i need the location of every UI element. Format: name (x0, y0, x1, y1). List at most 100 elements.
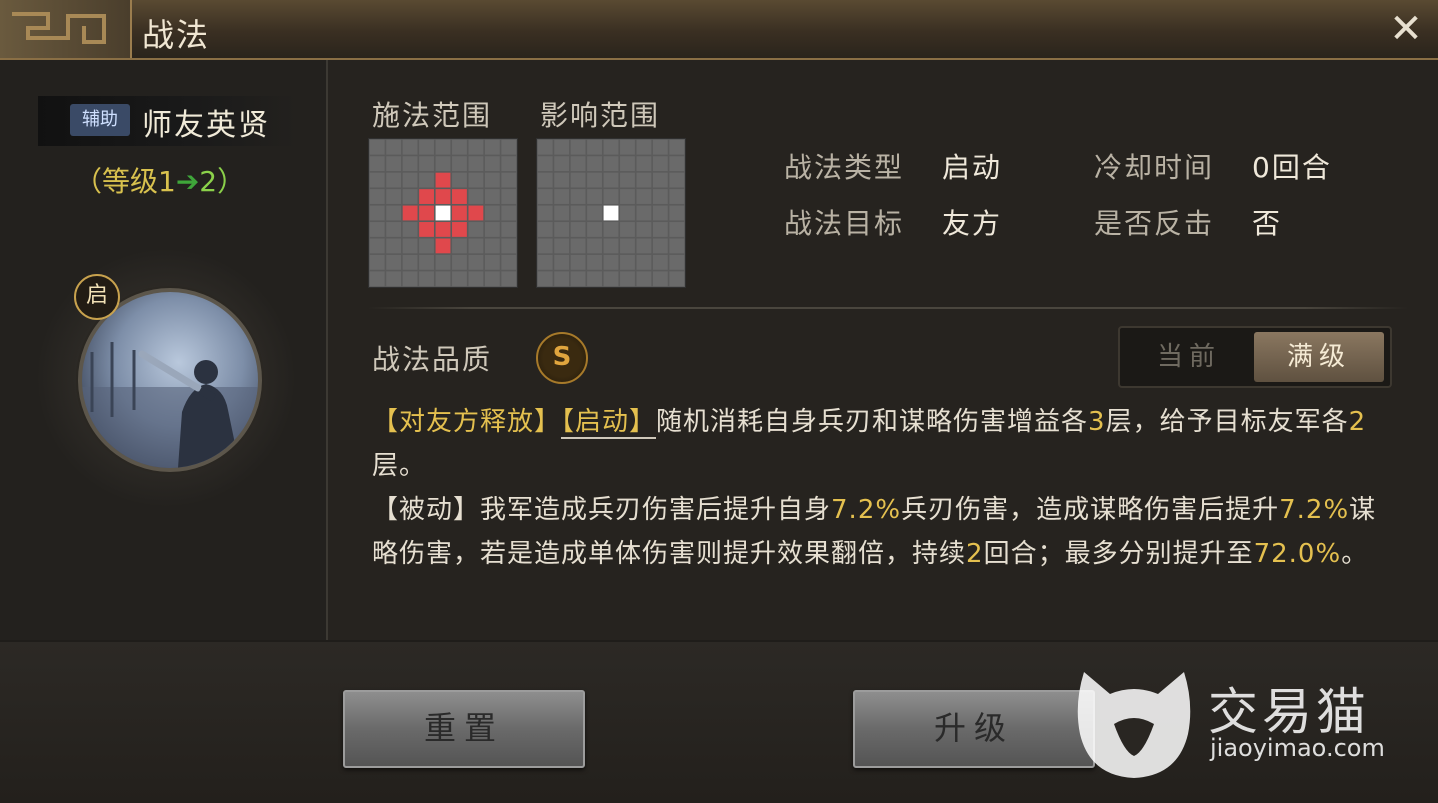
skill-target-label: 战法目标 (784, 207, 905, 240)
watermark-url: jiaoyimao.com (1210, 734, 1385, 762)
grid-cell-in-range (419, 189, 434, 204)
grid-cell (603, 254, 619, 270)
grid-cell (570, 271, 586, 287)
grid-cell (386, 254, 402, 270)
grid-cell (603, 238, 619, 254)
grid-cell (501, 139, 517, 155)
grid-cell (620, 156, 635, 172)
skill-name-plate: 辅助 师友英贤 (38, 96, 296, 146)
grid-cell (484, 271, 500, 287)
grid-cell (636, 205, 652, 221)
grid-cell (369, 271, 385, 287)
grid-cell (620, 189, 635, 204)
grid-cell-in-range (452, 205, 467, 221)
grid-cell (570, 238, 586, 254)
grid-cell (554, 271, 570, 287)
grid-cell (652, 139, 668, 155)
grid-cell (620, 271, 635, 287)
grid-cell (537, 254, 553, 270)
grid-cell (386, 271, 402, 287)
grid-cell (468, 222, 484, 237)
grid-cell (652, 254, 668, 270)
grid-cell (484, 139, 500, 155)
grid-cell (484, 172, 500, 188)
cooldown-label: 冷却时间 (1094, 151, 1215, 184)
skill-target-value: 友方 (942, 207, 1003, 240)
skill-name: 师友英贤 (142, 108, 270, 143)
description-text: 层，给予目标友军各 (1105, 407, 1349, 437)
grid-cell (587, 172, 602, 188)
grid-cell-in-range (452, 189, 467, 204)
grid-cell (501, 189, 517, 204)
grid-cell (554, 172, 570, 188)
grid-cell (554, 254, 570, 270)
grid-cell (484, 205, 500, 221)
grid-cell (452, 172, 467, 188)
grid-cell (603, 222, 619, 237)
description-text: 兵刃伤害，造成谋略伤害后提升 (901, 495, 1280, 525)
grid-cell (587, 238, 602, 254)
grid-cell (452, 254, 467, 270)
grid-cell (537, 222, 553, 237)
grid-cell (537, 139, 553, 155)
grid-cell (419, 238, 434, 254)
grid-cell (386, 156, 402, 172)
description-text: 7.2% (831, 495, 902, 525)
grid-cell (554, 222, 570, 237)
grid-cell (620, 139, 635, 155)
grid-cell (603, 189, 619, 204)
description-text: 72.0% (1253, 539, 1342, 569)
grid-cell (603, 156, 619, 172)
grid-cell (419, 139, 434, 155)
grid-cell (669, 222, 685, 237)
grid-cell (587, 222, 602, 237)
watermark: 交易猫 jiaoyimao.com (1070, 664, 1390, 784)
description-text: 2 (1348, 407, 1367, 437)
grid-cell (587, 205, 602, 221)
grid-cell (369, 172, 385, 188)
grid-cell (435, 139, 451, 155)
grid-cell (636, 222, 652, 237)
grid-cell (603, 271, 619, 287)
title-bar: 战法 ✕ (0, 0, 1438, 60)
grid-cell (537, 271, 553, 287)
skill-type-value: 启动 (942, 151, 1003, 184)
skill-type-badge: 启 (74, 274, 120, 320)
grid-cell-in-range (452, 222, 467, 237)
tab-max-level[interactable]: 满级 (1254, 332, 1384, 382)
grid-cell (452, 271, 467, 287)
description-text: 3 (1088, 407, 1106, 437)
description-text: 【启动】 (561, 407, 657, 439)
grid-cell (386, 222, 402, 237)
grid-cell-in-range (419, 222, 434, 237)
upgrade-button[interactable]: 升级 (853, 690, 1095, 768)
grid-cell (636, 189, 652, 204)
close-icon[interactable]: ✕ (1386, 9, 1426, 50)
grid-cell (369, 156, 385, 172)
grid-cell (652, 238, 668, 254)
tab-current-level[interactable]: 当前 (1124, 332, 1254, 382)
grid-cell (652, 172, 668, 188)
grid-cell (501, 156, 517, 172)
grid-cell (669, 254, 685, 270)
grid-cell (636, 156, 652, 172)
grid-cell (669, 205, 685, 221)
grid-cell-in-range (468, 205, 484, 221)
grid-cell (452, 139, 467, 155)
reset-button[interactable]: 重置 (343, 690, 585, 768)
grid-cell (537, 238, 553, 254)
grid-cell (402, 238, 418, 254)
grid-cell (402, 189, 418, 204)
grid-cell-origin (435, 205, 451, 221)
grid-cell (402, 139, 418, 155)
grid-cell (435, 271, 451, 287)
grid-cell (435, 254, 451, 270)
grid-cell (652, 205, 668, 221)
title-ornament (0, 0, 132, 58)
grid-cell (369, 189, 385, 204)
grid-cell (501, 238, 517, 254)
grid-cell (435, 156, 451, 172)
grid-cell (652, 189, 668, 204)
skill-summary-panel: 辅助 师友英贤 （等级1➔2） 启 (0, 60, 328, 640)
grid-cell (587, 139, 602, 155)
